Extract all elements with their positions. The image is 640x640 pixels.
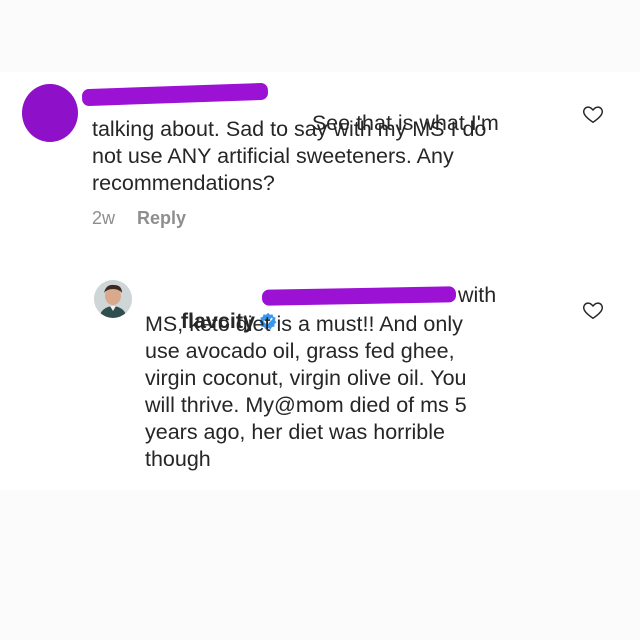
comment-1-line-3: not use ANY artificial sweeteners. Any — [92, 144, 454, 168]
comment-2-line-4: virgin coconut, virgin olive oil. You — [145, 366, 467, 390]
avatar[interactable] — [94, 280, 132, 318]
comment-timestamp: 2w — [92, 208, 116, 228]
comments-screenshot: See that is what I'm talking about. Sad … — [0, 0, 640, 640]
comment-1-line-4: recommendations? — [92, 171, 275, 195]
heart-outline-icon[interactable] — [582, 103, 604, 125]
comment-2-line-7: though — [145, 447, 211, 471]
comment-2-line-1-suffix: with — [458, 283, 497, 307]
comment-1-meta: 2w Reply — [92, 208, 186, 229]
reply-button[interactable]: Reply — [137, 208, 186, 228]
heart-outline-icon[interactable] — [582, 299, 604, 321]
comment-1-line-2: talking about. Sad to say with my MS I d… — [92, 117, 487, 141]
comment-2-line-3: use avocado oil, grass fed ghee, — [145, 339, 455, 363]
profile-photo — [94, 280, 132, 318]
comment-2-line-2: MS, keto diet is a must!! And only — [145, 312, 463, 336]
mention-redaction — [261, 286, 457, 306]
comment-2-line-6: years ago, her diet was horrible — [145, 420, 445, 444]
comment-2-line-5: will thrive. My@mom died of ms 5 — [145, 393, 467, 417]
avatar-redacted[interactable] — [22, 84, 78, 142]
